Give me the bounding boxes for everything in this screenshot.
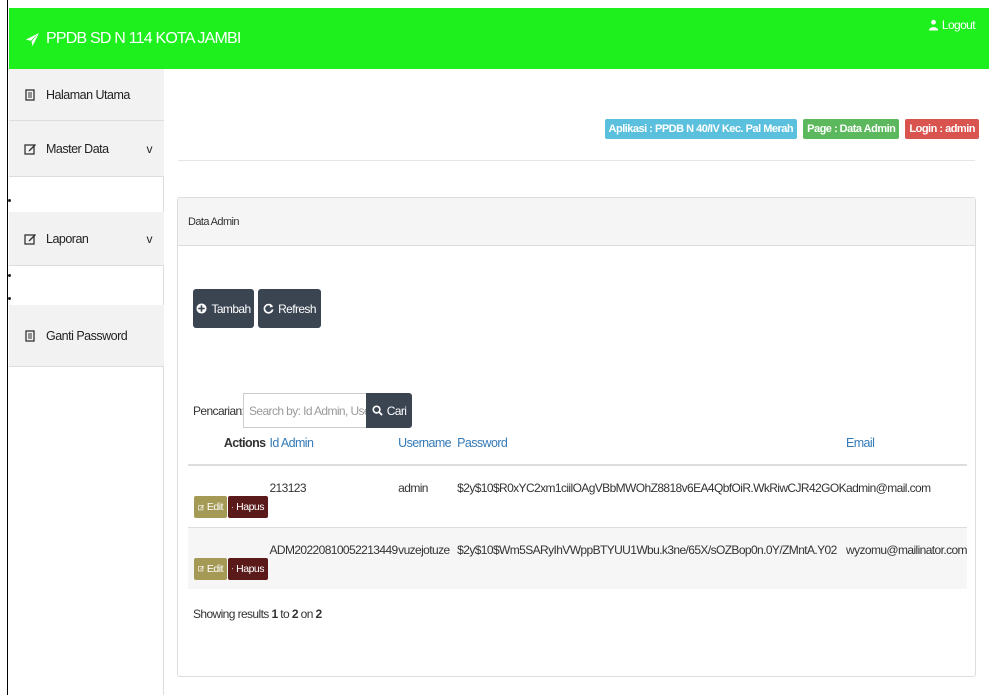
edit-button[interactable]: Edit (194, 496, 227, 518)
edit-icon (24, 143, 36, 155)
cell-id-admin: 213123 (269, 464, 399, 527)
table-header-row: Actions Id Admin Username Password Email (188, 422, 967, 466)
column-header-id-admin[interactable]: Id Admin (269, 422, 399, 466)
edit-button[interactable]: Edit (194, 557, 227, 580)
column-header-email[interactable]: Email (846, 422, 967, 466)
delete-label: Hapus (236, 562, 264, 575)
user-icon (928, 19, 938, 31)
sidebar-item-label: Halaman Utama (46, 87, 130, 102)
search-button-label: Cari (386, 403, 407, 418)
results-from: 1 (271, 607, 278, 621)
results-summary: Showing results 1 to 2 on 2 (193, 607, 322, 621)
edit-icon (198, 504, 204, 510)
column-header-password[interactable]: Password (457, 422, 846, 466)
cell-username: admin (398, 464, 458, 527)
results-total: 2 (315, 607, 323, 621)
search-icon (372, 405, 383, 416)
cell-username: vuzejotuze (398, 526, 458, 589)
add-button[interactable]: Tambah (193, 289, 254, 328)
delete-button[interactable]: Hapus (228, 496, 268, 518)
column-header-username[interactable]: Username (398, 422, 458, 466)
sidebar-item-laporan[interactable]: Laporan v (9, 212, 164, 266)
panel-title: Data Admin (178, 198, 975, 246)
cell-id-admin: ADM20220810052213449 (269, 526, 398, 589)
results-prefix: Showing results (193, 607, 269, 621)
plus-circle-icon (196, 303, 207, 314)
window-top-edge (8, 0, 992, 8)
edit-icon (198, 566, 204, 572)
delete-label: Hapus (236, 501, 264, 513)
column-header-actions: Actions (188, 422, 270, 466)
brand[interactable]: PPDB SD N 114 KOTA JAMBI (25, 30, 241, 48)
logout-label: Logout (941, 18, 976, 32)
edit-label: Edit (206, 501, 224, 513)
cell-password: $2y$10$R0xYC2xm1ciilOAgVBbMWOhZ8818v6EA4… (457, 464, 847, 527)
status-badges: Aplikasi : PPDB N 40/IV Kec. Pal Merah P… (604, 119, 979, 139)
actions-cell: Edit Hapus (188, 464, 270, 527)
bullet-marker (8, 297, 11, 300)
bullet-marker (8, 199, 11, 202)
paper-plane-icon (25, 32, 40, 46)
main-content: Aplikasi : PPDB N 40/IV Kec. Pal Merah P… (164, 69, 989, 695)
refresh-icon (263, 303, 274, 314)
refresh-label: Refresh (278, 301, 316, 316)
chevron-down-icon[interactable]: v (147, 232, 153, 246)
divider (178, 160, 975, 161)
admin-table: Actions Id Admin Username Password Email… (188, 422, 968, 589)
edit-label: Edit (206, 562, 224, 575)
app-badge: Aplikasi : PPDB N 40/IV Kec. Pal Merah (604, 119, 798, 139)
edit-icon (24, 233, 36, 245)
file-icon (25, 88, 35, 101)
refresh-button[interactable]: Refresh (258, 289, 321, 328)
sidebar: Halaman Utama Master Data v Laporan v Ga… (8, 69, 164, 695)
login-badge: Login : admin (905, 119, 979, 139)
table-row: Edit Hapus 213123 admin $2y$10$R0xYC2xm1… (188, 464, 967, 527)
window-left-edge (0, 0, 8, 695)
file-icon (25, 329, 35, 342)
page-badge: Page : Data Admin (803, 119, 900, 139)
results-on-word: on (300, 607, 314, 621)
sidebar-item-label: Ganti Password (46, 328, 128, 343)
add-label: Tambah (211, 301, 251, 316)
search-label: Pencarian: (193, 404, 245, 418)
sidebar-item-label: Master Data (46, 141, 109, 156)
chevron-down-icon[interactable]: v (147, 142, 153, 156)
bullet-marker (8, 274, 11, 277)
logout-link[interactable]: Logout (928, 18, 976, 32)
cell-password: $2y$10$Wm5SARyIhVWppBTYUU1Wbu.k3ne/65X/s… (457, 526, 846, 589)
cell-email: admin@mail.com (846, 464, 967, 527)
data-admin-panel: Data Admin Tambah Refresh Pencarian: Car… (177, 197, 976, 677)
cell-email: wyzomu@mailinator.com (846, 526, 968, 589)
sidebar-item-halaman-utama[interactable]: Halaman Utama (9, 69, 164, 121)
table-row: Edit Hapus ADM20220810052213449 vuzejotu… (188, 526, 968, 589)
results-to: 2 (291, 607, 299, 621)
trash-icon (232, 568, 234, 570)
sidebar-item-label: Laporan (46, 231, 89, 246)
brand-title: PPDB SD N 114 KOTA JAMBI (46, 30, 241, 47)
delete-button[interactable]: Hapus (228, 557, 268, 580)
sidebar-item-master-data[interactable]: Master Data v (9, 121, 164, 177)
sidebar-item-ganti-password[interactable]: Ganti Password (9, 305, 164, 367)
trash-icon (232, 506, 234, 508)
top-navbar: PPDB SD N 114 KOTA JAMBI Logout (9, 8, 989, 69)
results-to-word: to (280, 607, 290, 621)
actions-cell: Edit Hapus (188, 526, 270, 589)
